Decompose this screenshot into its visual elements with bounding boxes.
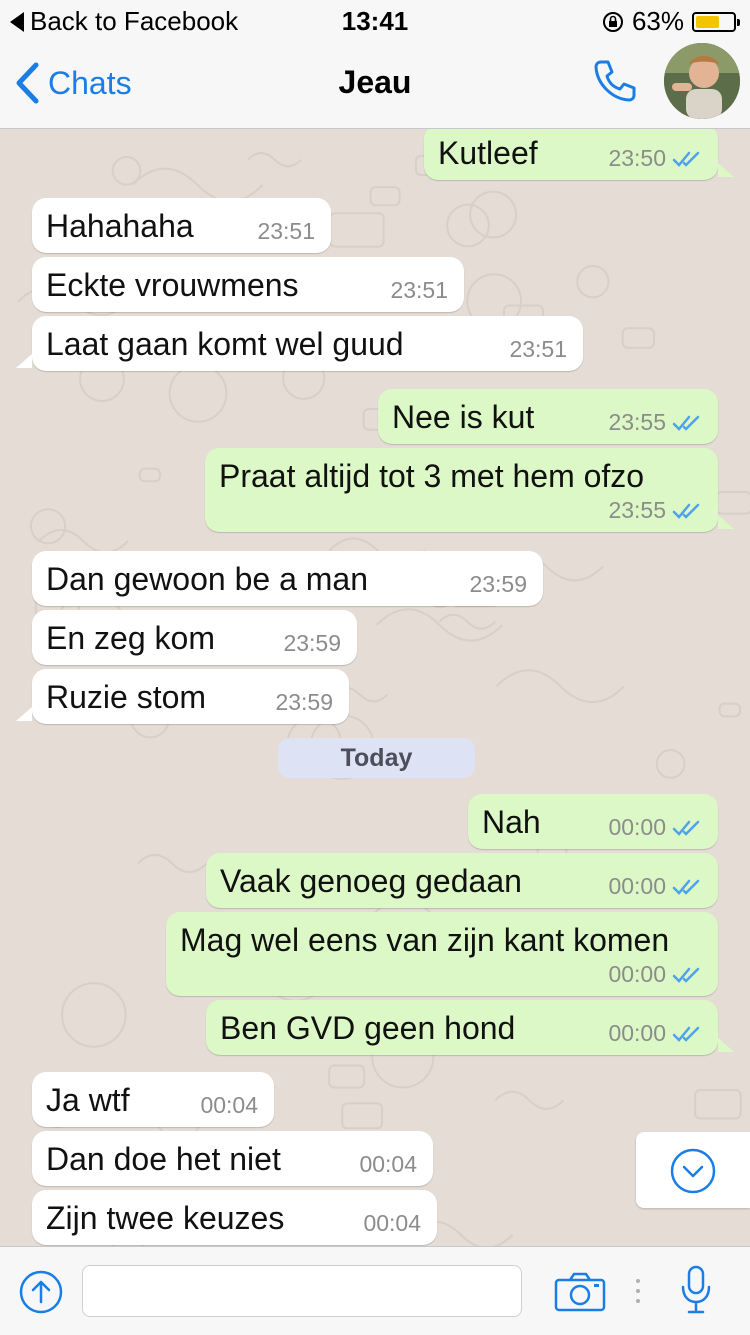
- double-check-read-icon: [672, 151, 700, 167]
- battery-fill: [696, 15, 719, 28]
- scroll-to-bottom-button[interactable]: [636, 1132, 750, 1208]
- navigation-bar: Chats Jeau: [0, 40, 750, 129]
- wallpaper-doodle: [328, 1064, 366, 1089]
- message-bubble-outgoing[interactable]: Kutleef 23:50: [424, 129, 718, 180]
- message-time: 00:04: [359, 1151, 417, 1177]
- wallpaper-doodle: [329, 212, 385, 248]
- wallpaper-doodle: [446, 203, 490, 248]
- avatar-image: [664, 43, 740, 119]
- wallpaper-doodle: [375, 608, 504, 642]
- battery-percent: 63%: [631, 6, 684, 36]
- wallpaper-doodle: [247, 152, 302, 168]
- message-time: 23:59: [283, 630, 341, 656]
- more-dots-icon: [636, 1279, 640, 1303]
- message-bubble-outgoing[interactable]: Mag wel eens van zijn kant komen 00:00: [166, 912, 718, 996]
- message-bubble-incoming[interactable]: Ruzie stom 23:59: [32, 669, 349, 724]
- wallpaper-doodle: [61, 982, 127, 1048]
- wallpaper-doodle: [576, 265, 610, 299]
- wallpaper-doodle: [341, 1102, 384, 1130]
- double-check-read-icon: [672, 415, 700, 431]
- message-time: 00:00: [608, 873, 666, 899]
- double-check-read-icon: [672, 1026, 700, 1042]
- message-time: 23:55: [608, 409, 666, 435]
- message-bubble-incoming[interactable]: En zeg kom 23:59: [32, 610, 357, 665]
- chevron-down-circle-icon: [670, 1148, 716, 1194]
- wallpaper-doodle: [718, 702, 742, 718]
- message-time: 23:59: [469, 571, 527, 597]
- message-bubble-outgoing[interactable]: Ben GVD geen hond 00:00: [206, 1000, 718, 1055]
- wallpaper-doodle: [469, 190, 518, 239]
- message-bubble-incoming[interactable]: Dan gewoon be a man 23:59: [32, 551, 543, 606]
- bubble-tail: [718, 1038, 734, 1052]
- message-text: Praat altijd tot 3 met hem ofzo: [219, 458, 645, 494]
- message-time: 00:00: [608, 961, 666, 987]
- wallpaper-doodle: [137, 853, 208, 874]
- wallpaper-doodle: [38, 529, 129, 554]
- wallpaper-doodle: [131, 167, 264, 203]
- wallpaper-doodle: [715, 490, 750, 515]
- wallpaper-doodle: [369, 186, 401, 207]
- message-bubble-incoming[interactable]: Zijn twee keuzes 00:04: [32, 1190, 437, 1245]
- contact-avatar[interactable]: [664, 43, 740, 119]
- double-check-read-icon: [672, 503, 700, 519]
- message-time: 23:51: [257, 218, 315, 244]
- bubble-tail: [16, 707, 32, 721]
- status-bar: Back to Facebook 13:41 63%: [0, 0, 750, 40]
- bubble-tail: [718, 163, 734, 177]
- message-bubble-incoming[interactable]: Eckte vrouwmens 23:51: [32, 257, 464, 312]
- wallpaper-doodle: [495, 669, 625, 704]
- message-time: 00:00: [608, 814, 666, 840]
- message-bubble-incoming[interactable]: Laat gaan komt wel guud 23:51: [32, 316, 583, 371]
- wallpaper-doodle: [138, 467, 161, 483]
- message-time: 23:51: [390, 277, 448, 303]
- double-check-read-icon: [672, 820, 700, 836]
- message-bubble-outgoing[interactable]: Vaak genoeg gedaan 00:00: [206, 853, 718, 908]
- message-time: 23:51: [509, 336, 567, 362]
- message-input-bar: [0, 1246, 750, 1335]
- chat-messages[interactable]: Kutleef 23:50 Hahahaha 23:51 Eckte vrouw…: [0, 129, 750, 1246]
- message-text: Eckte vrouwmens: [46, 267, 299, 303]
- camera-icon[interactable]: [554, 1272, 606, 1312]
- upload-icon[interactable]: [18, 1269, 64, 1315]
- message-input[interactable]: [82, 1265, 522, 1317]
- message-bubble-outgoing[interactable]: Praat altijd tot 3 met hem ofzo 23:55: [205, 448, 718, 532]
- rotation-lock-icon: [602, 11, 623, 32]
- message-text: Laat gaan komt wel guud: [46, 326, 404, 362]
- wallpaper-doodle: [438, 613, 496, 630]
- message-time: 00:04: [200, 1092, 258, 1118]
- wallpaper-doodle: [111, 155, 142, 186]
- wallpaper-doodle: [621, 327, 655, 349]
- wallpaper-doodle: [694, 1089, 742, 1120]
- date-divider: Today: [278, 738, 475, 778]
- bubble-tail: [16, 354, 32, 368]
- status-right-group: 63%: [602, 6, 740, 37]
- bubble-tail: [718, 515, 734, 529]
- message-bubble-incoming[interactable]: Hahahaha 23:51: [32, 198, 331, 253]
- message-text: Dan gewoon be a man: [46, 561, 368, 597]
- wallpaper-doodle: [168, 364, 228, 423]
- message-bubble-incoming[interactable]: Dan doe het niet 00:04: [32, 1131, 433, 1186]
- message-time: 00:00: [608, 1020, 666, 1046]
- message-time: 23:59: [275, 689, 333, 715]
- phone-icon[interactable]: [592, 58, 638, 104]
- message-time: 23:50: [608, 145, 666, 171]
- battery-icon: [692, 11, 740, 32]
- message-time: 23:55: [608, 497, 666, 523]
- wallpaper-doodle: [655, 749, 686, 779]
- wallpaper-doodle: [30, 508, 67, 545]
- message-time: 00:04: [363, 1210, 421, 1236]
- wallpaper-doodle: [494, 1090, 565, 1110]
- message-text: Mag wel eens van zijn kant komen: [180, 922, 670, 958]
- microphone-icon[interactable]: [680, 1265, 712, 1315]
- double-check-read-icon: [672, 879, 700, 895]
- message-bubble-outgoing[interactable]: Nah 00:00: [468, 794, 718, 849]
- double-check-read-icon: [672, 967, 700, 983]
- message-bubble-incoming[interactable]: Ja wtf 00:04: [32, 1072, 274, 1127]
- message-bubble-outgoing[interactable]: Nee is kut 23:55: [378, 389, 718, 444]
